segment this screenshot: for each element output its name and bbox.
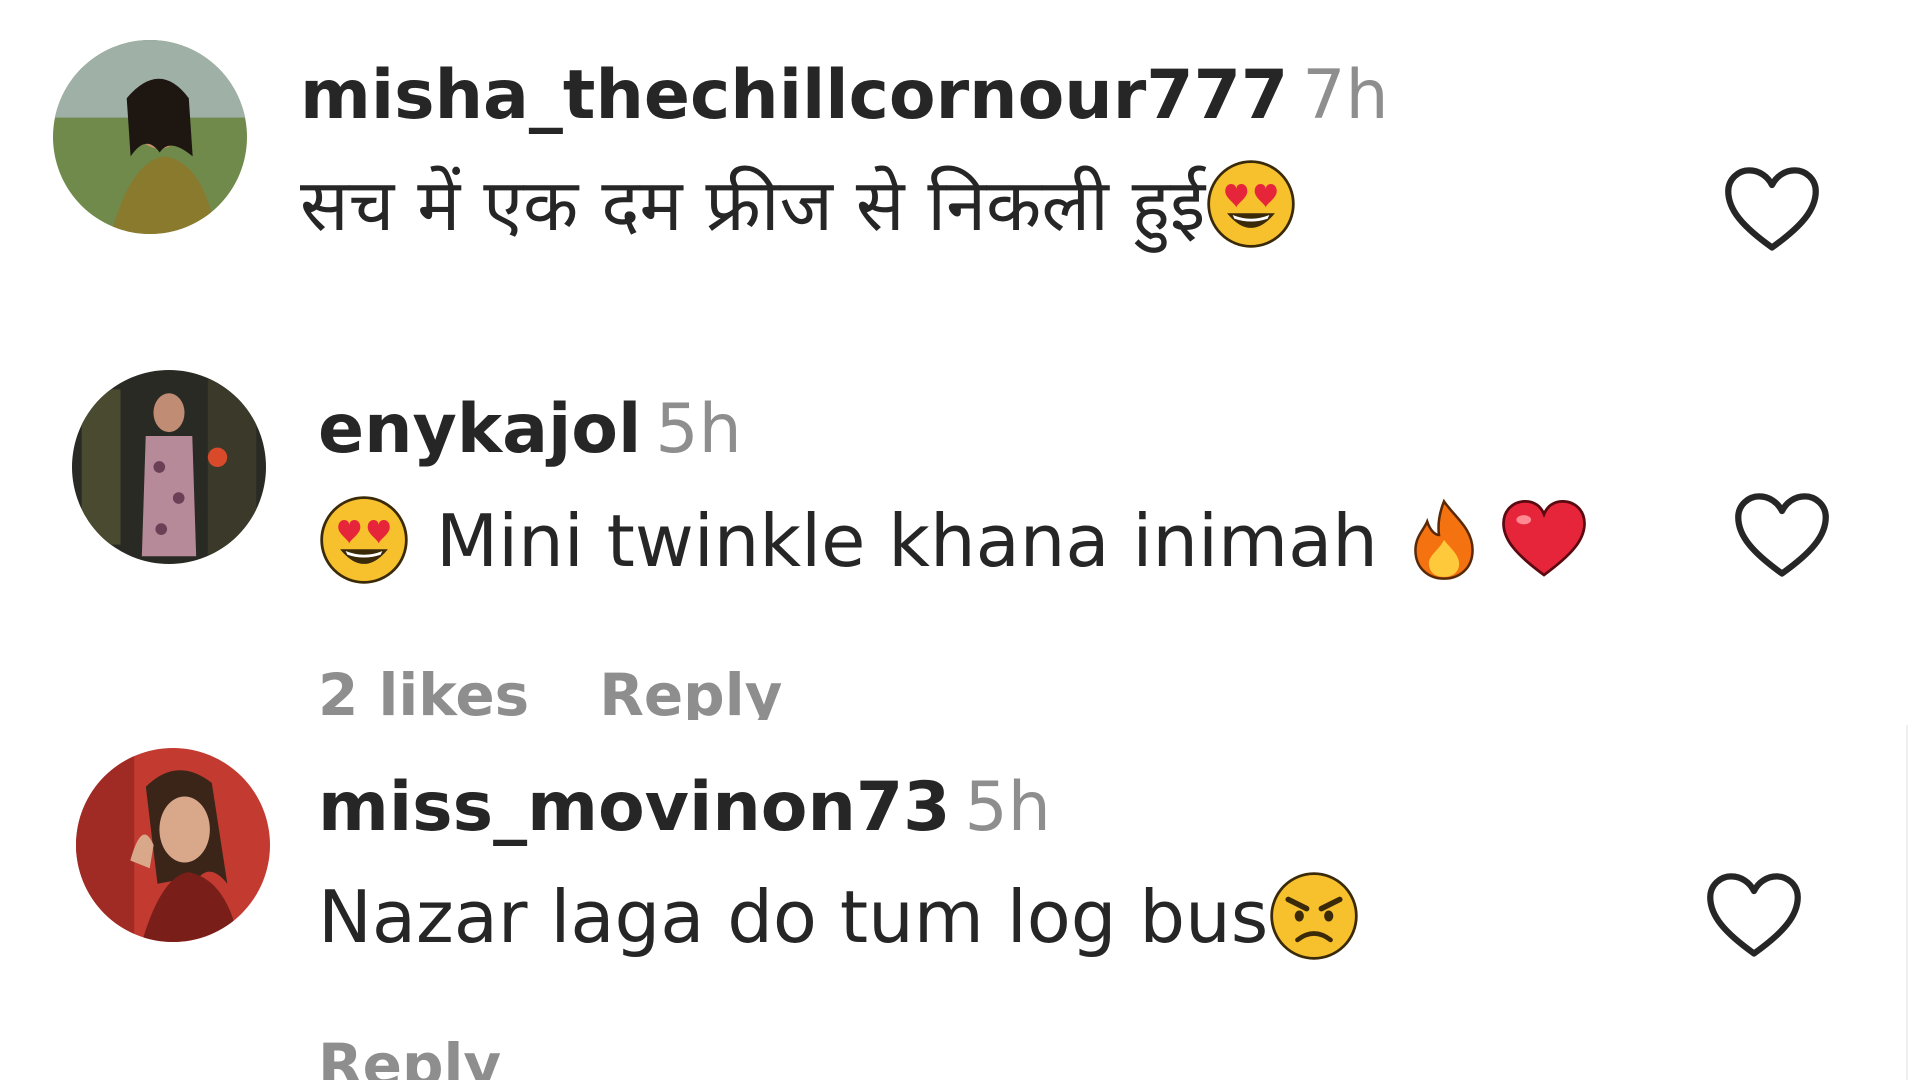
- like-heart-icon[interactable]: [1732, 490, 1832, 582]
- timestamp[interactable]: 5h: [965, 768, 1051, 847]
- reply-button[interactable]: Reply: [599, 661, 782, 720]
- comment-item: misha_thechillcornour777 7h सच में एक दम …: [0, 0, 1920, 300]
- like-heart-icon[interactable]: [1722, 164, 1822, 256]
- comment-text-content: Mini twinkle khana inimah: [436, 499, 1378, 583]
- avatar[interactable]: [76, 748, 270, 942]
- comment-text-content: सच में एक दम फ्रीज से निकली हुई: [300, 163, 1206, 247]
- comment-header: enykajol 5h: [318, 390, 742, 470]
- avatar[interactable]: [72, 370, 266, 564]
- avatar-photo: [72, 370, 266, 564]
- username[interactable]: misha_thechillcornour777: [300, 56, 1288, 135]
- timestamp[interactable]: 5h: [655, 390, 741, 469]
- comment-meta: 2 likes Reply: [318, 660, 852, 720]
- comment-text: Nazar laga do tum log bus: [318, 872, 1360, 962]
- comment-text: सच में एक दम फ्रीज से निकली हुई: [300, 160, 1297, 250]
- timestamp[interactable]: 7h: [1302, 56, 1388, 135]
- heart-eyes-emoji-icon: [1205, 158, 1297, 250]
- comment-header: miss_movinon73 5h: [318, 768, 1051, 848]
- comment-item: enykajol 5h Mini twinkle khana inimah 2 …: [0, 360, 1920, 720]
- comment-meta: Reply: [318, 1030, 571, 1080]
- like-heart-icon[interactable]: [1704, 870, 1804, 962]
- comment-header: misha_thechillcornour777 7h: [300, 56, 1389, 136]
- likes-count-link[interactable]: 2 likes: [318, 661, 529, 720]
- avatar-photo: [53, 40, 247, 234]
- reply-button[interactable]: Reply: [318, 1031, 501, 1080]
- comment-text-content: Nazar laga do tum log bus: [318, 875, 1269, 959]
- username[interactable]: miss_movinon73: [318, 768, 951, 847]
- avatar[interactable]: [53, 40, 247, 234]
- avatar-photo: [76, 748, 270, 942]
- username[interactable]: enykajol: [318, 390, 641, 469]
- comment-item: miss_movinon73 5h Nazar laga do tum log b…: [0, 740, 1920, 1080]
- comment-text: Mini twinkle khana inimah: [318, 496, 1592, 586]
- fire-emoji-icon: [1402, 494, 1486, 586]
- scroll-edge-divider: [1906, 725, 1908, 1080]
- red-heart-emoji-icon: [1496, 494, 1592, 586]
- heart-eyes-emoji-icon: [318, 494, 410, 586]
- angry-face-emoji-icon: [1268, 870, 1360, 962]
